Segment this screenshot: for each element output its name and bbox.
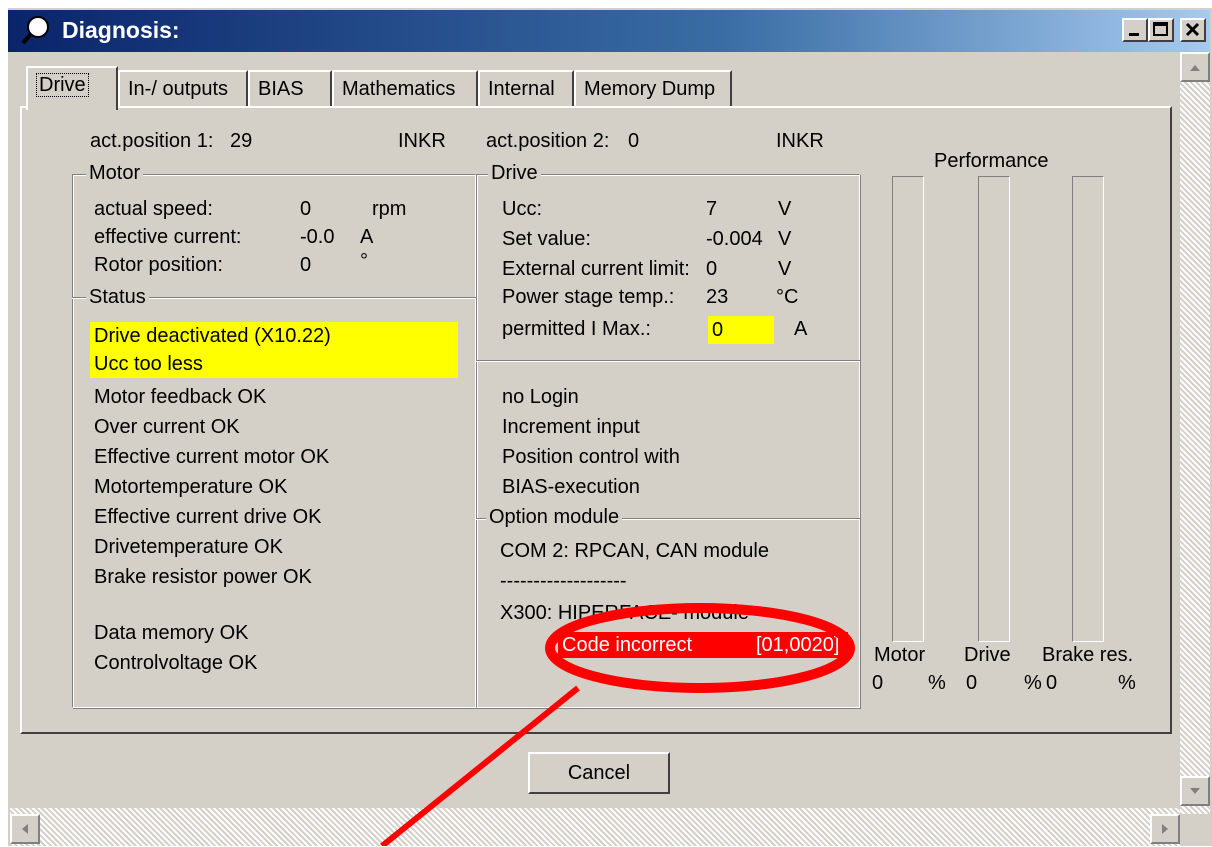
- annotation-ellipse: [545, 603, 855, 693]
- tab-drive[interactable]: Drive: [26, 66, 118, 110]
- annotation-arrow-line: [380, 685, 580, 846]
- annotation-overlay: [380, 603, 855, 846]
